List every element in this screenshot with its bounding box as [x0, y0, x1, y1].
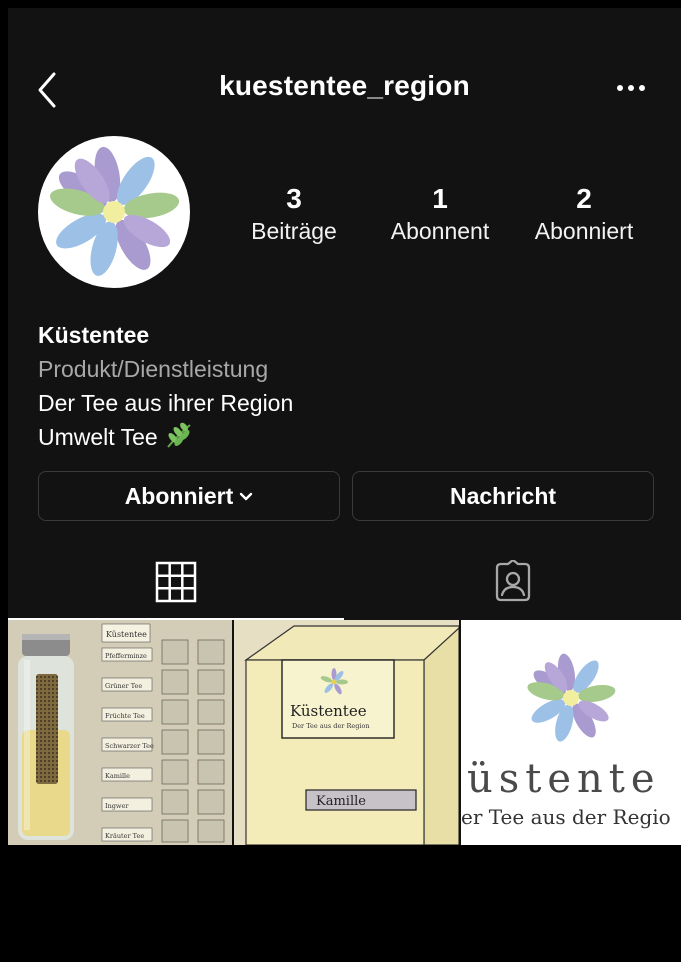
following-button-label: Abonniert	[124, 483, 234, 509]
profile-avatar[interactable]	[38, 136, 190, 288]
posts-count: 3	[286, 183, 302, 214]
posts-label: Beiträge	[251, 218, 337, 244]
profile-screen: kuestentee_region 3 Beiträge 1 Abonnent …	[8, 8, 681, 954]
profile-category: Produkt/Dienstleistung	[38, 356, 269, 382]
profile-bio: Küstentee Produkt/Dienstleistung Der Tee…	[38, 318, 658, 454]
post-thumbnail-tea-box[interactable]: Küstentee Der Tee aus der Region Kamille	[234, 620, 459, 845]
empty-area	[8, 845, 681, 954]
followers-stat[interactable]: 1 Abonnent	[380, 182, 500, 246]
following-stat[interactable]: 2 Abonniert	[524, 182, 644, 246]
message-button[interactable]: Nachricht	[352, 471, 654, 521]
post2-brand-label: Küstentee	[290, 702, 367, 720]
post1-row-label: Früchte Tee	[105, 712, 145, 720]
tagged-icon	[495, 560, 530, 602]
followers-label: Abonnent	[390, 218, 490, 244]
post-thumbnail-logo[interactable]: üstente er Tee aus der Regio	[461, 620, 681, 845]
following-count: 2	[576, 183, 592, 214]
post2-tagline-label: Der Tee aus der Region	[292, 722, 370, 730]
post1-row-label: Ingwer	[105, 802, 129, 810]
followers-count: 1	[432, 183, 448, 214]
more-options-button[interactable]	[615, 78, 647, 98]
herb-leaf-icon	[166, 422, 191, 448]
bio-line-2: Umwelt Tee	[38, 420, 658, 454]
posts-stat[interactable]: 3 Beiträge	[238, 182, 350, 246]
tab-grid[interactable]	[8, 548, 344, 620]
more-horizontal-icon	[617, 85, 645, 91]
following-label: Abonniert	[534, 218, 634, 244]
post-thumbnail-tea-bottle[interactable]: Küstentee Pfefferminze Grüner Tee Früchte …	[8, 620, 232, 845]
post3-tagline-label: er Tee aus der Regio	[461, 805, 671, 829]
bio-line-1: Der Tee aus ihrer Region	[38, 390, 294, 416]
profile-username: kuestentee_region	[219, 70, 470, 101]
grid-icon	[155, 561, 197, 603]
logo-photo: üstente er Tee aus der Regio	[461, 620, 681, 845]
message-button-label: Nachricht	[449, 483, 557, 509]
bio-line-2-text: Umwelt Tee	[38, 424, 158, 450]
profile-name: Küstentee	[38, 322, 150, 348]
post1-row-label: Kamille	[105, 772, 130, 780]
post1-brand-label: Küstentee	[106, 630, 147, 639]
post1-row-label: Schwarzer Tee	[105, 742, 154, 750]
chevron-down-icon	[240, 492, 253, 501]
post-grid: Küstentee Pfefferminze Grüner Tee Früchte …	[8, 620, 681, 845]
tab-tagged[interactable]	[344, 548, 681, 620]
following-dropdown-button[interactable]: Abonniert	[38, 471, 340, 521]
tea-box-drawing: Küstentee Der Tee aus der Region Kamille	[234, 620, 459, 845]
post1-row-label: Pfefferminze	[105, 652, 147, 660]
post1-row-label: Grüner Tee	[105, 682, 142, 690]
post2-flavor-label: Kamille	[316, 794, 366, 809]
post1-row-label: Kräuter Tee	[105, 832, 144, 840]
post3-brand-label: üstente	[467, 756, 661, 802]
tea-bottle-photo: Küstentee Pfefferminze Grüner Tee Früchte …	[8, 620, 232, 845]
flower-logo-icon	[50, 146, 180, 276]
